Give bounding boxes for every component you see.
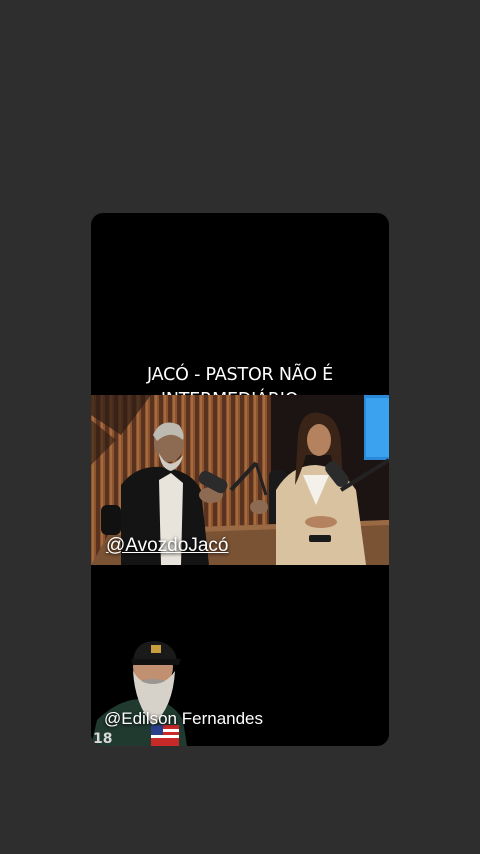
svg-text:18: 18 — [93, 731, 112, 746]
video-card[interactable]: JACÓ - PASTOR NÃO É INTERMEDIÁRIO.... — [91, 213, 389, 746]
presenter-name: @Edilson Fernandes — [104, 709, 264, 728]
caption-line-1: JACÓ - PASTOR NÃO É — [147, 365, 333, 385]
channel-handle[interactable]: @AvozdoJacó — [106, 535, 228, 557]
